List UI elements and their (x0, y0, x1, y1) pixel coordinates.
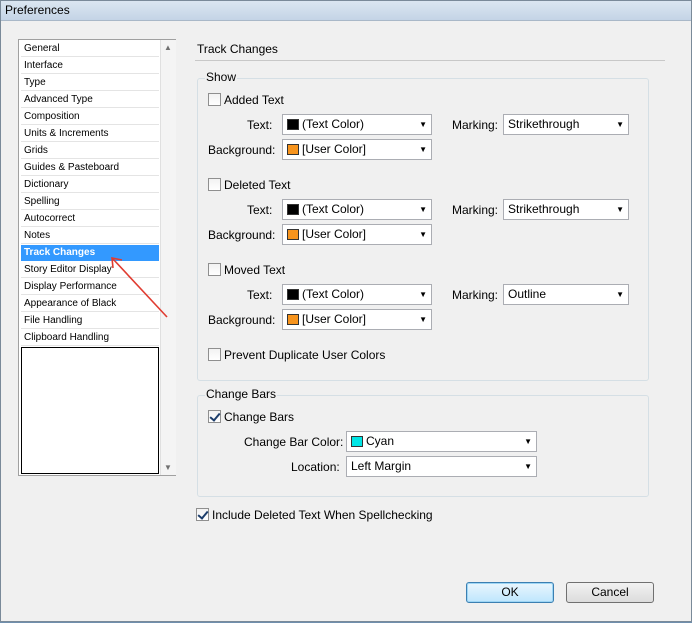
added-background-label: Background: (208, 143, 276, 157)
moved-text-label: Moved Text (224, 263, 286, 277)
category-item[interactable]: Autocorrect (21, 211, 159, 227)
category-item[interactable]: Appearance of Black (21, 296, 159, 312)
color-swatch (351, 436, 363, 447)
moved-background-dropdown[interactable]: [User Color] ▼ (282, 309, 432, 330)
category-item[interactable]: Guides & Pasteboard (21, 160, 159, 176)
added-text-color-dropdown[interactable]: (Text Color) ▼ (282, 114, 432, 135)
chevron-down-icon: ▼ (524, 437, 532, 446)
color-swatch (287, 289, 299, 300)
change-bar-color-label: Change Bar Color: (244, 435, 344, 449)
added-text-checkbox[interactable] (208, 93, 221, 106)
chevron-down-icon: ▼ (419, 205, 427, 214)
moved-marking-label: Marking: (452, 288, 499, 302)
change-bars-label: Change Bars (224, 410, 295, 424)
category-item[interactable]: Notes (21, 228, 159, 244)
added-marking-dropdown[interactable]: Strikethrough ▼ (503, 114, 629, 135)
added-text-color-label: Text: (247, 118, 273, 132)
added-background-dropdown[interactable]: [User Color] ▼ (282, 139, 432, 160)
color-swatch (287, 144, 299, 155)
category-list[interactable]: General Interface Type Advanced Type Composi… (18, 39, 176, 476)
category-item[interactable]: Advanced Type (21, 92, 159, 108)
deleted-marking-label: Marking: (452, 203, 499, 217)
category-item[interactable]: Dictionary (21, 177, 159, 193)
cancel-button[interactable]: Cancel (566, 582, 654, 603)
preferences-dialog: Preferences General Interface Type Advanced… (0, 0, 692, 622)
category-item[interactable]: File Handling (21, 313, 159, 329)
prevent-duplicate-colors-checkbox[interactable] (208, 348, 221, 361)
deleted-background-label: Background: (208, 228, 276, 242)
color-swatch (287, 314, 299, 325)
deleted-marking-dropdown[interactable]: Strikethrough ▼ (503, 199, 629, 220)
color-swatch (287, 119, 299, 130)
category-item[interactable]: Grids (21, 143, 159, 159)
change-bar-color-dropdown[interactable]: Cyan ▼ (346, 431, 537, 452)
location-dropdown[interactable]: Left Margin ▼ (346, 456, 537, 477)
category-item[interactable]: Track Changes (21, 245, 159, 261)
category-item[interactable]: Type (21, 75, 159, 91)
window-title: Preferences (5, 3, 70, 17)
location-label: Location: (291, 460, 340, 474)
change-bars-checkbox[interactable] (208, 410, 221, 423)
deleted-text-label: Deleted Text (224, 178, 291, 192)
change-bars-group-label: Change Bars (205, 387, 278, 401)
chevron-down-icon: ▼ (419, 120, 427, 129)
include-deleted-spellcheck-checkbox[interactable] (196, 508, 209, 521)
category-item[interactable]: General (21, 41, 159, 57)
scroll-down-arrow-icon[interactable]: ▼ (164, 463, 172, 472)
deleted-text-color-label: Text: (247, 203, 273, 217)
moved-background-label: Background: (208, 313, 276, 327)
chevron-down-icon: ▼ (419, 290, 427, 299)
category-item[interactable]: Display Performance (21, 279, 159, 295)
category-item[interactable]: Clipboard Handling (21, 330, 159, 346)
deleted-text-color-dropdown[interactable]: (Text Color) ▼ (282, 199, 432, 220)
title-bar[interactable]: Preferences (1, 1, 691, 21)
chevron-down-icon: ▼ (616, 290, 624, 299)
chevron-down-icon: ▼ (419, 230, 427, 239)
ok-button[interactable]: OK (466, 582, 554, 603)
moved-marking-dropdown[interactable]: Outline ▼ (503, 284, 629, 305)
added-text-label: Added Text (224, 93, 284, 107)
added-marking-label: Marking: (452, 118, 499, 132)
moved-text-checkbox[interactable] (208, 263, 221, 276)
category-list-scrollbar[interactable]: ▲ ▼ (160, 40, 176, 475)
category-item[interactable]: Units & Increments (21, 126, 159, 142)
chevron-down-icon: ▼ (419, 315, 427, 324)
color-swatch (287, 229, 299, 240)
moved-text-color-dropdown[interactable]: (Text Color) ▼ (282, 284, 432, 305)
show-group-label: Show (205, 70, 238, 84)
include-deleted-spellcheck-label: Include Deleted Text When Spellchecking (212, 508, 433, 522)
page-title: Track Changes (197, 42, 278, 56)
deleted-text-checkbox[interactable] (208, 178, 221, 191)
deleted-background-dropdown[interactable]: [User Color] ▼ (282, 224, 432, 245)
chevron-down-icon: ▼ (524, 462, 532, 471)
category-item[interactable]: Interface (21, 58, 159, 74)
chevron-down-icon: ▼ (419, 145, 427, 154)
scroll-up-arrow-icon[interactable]: ▲ (164, 43, 172, 52)
chevron-down-icon: ▼ (616, 120, 624, 129)
chevron-down-icon: ▼ (616, 205, 624, 214)
category-item[interactable]: Spelling (21, 194, 159, 210)
category-item[interactable]: Story Editor Display (21, 262, 159, 278)
prevent-duplicate-colors-label: Prevent Duplicate User Colors (224, 348, 386, 362)
moved-text-color-label: Text: (247, 288, 273, 302)
category-item[interactable]: Composition (21, 109, 159, 125)
category-list-empty-area (21, 347, 159, 474)
color-swatch (287, 204, 299, 215)
title-divider (195, 60, 665, 61)
